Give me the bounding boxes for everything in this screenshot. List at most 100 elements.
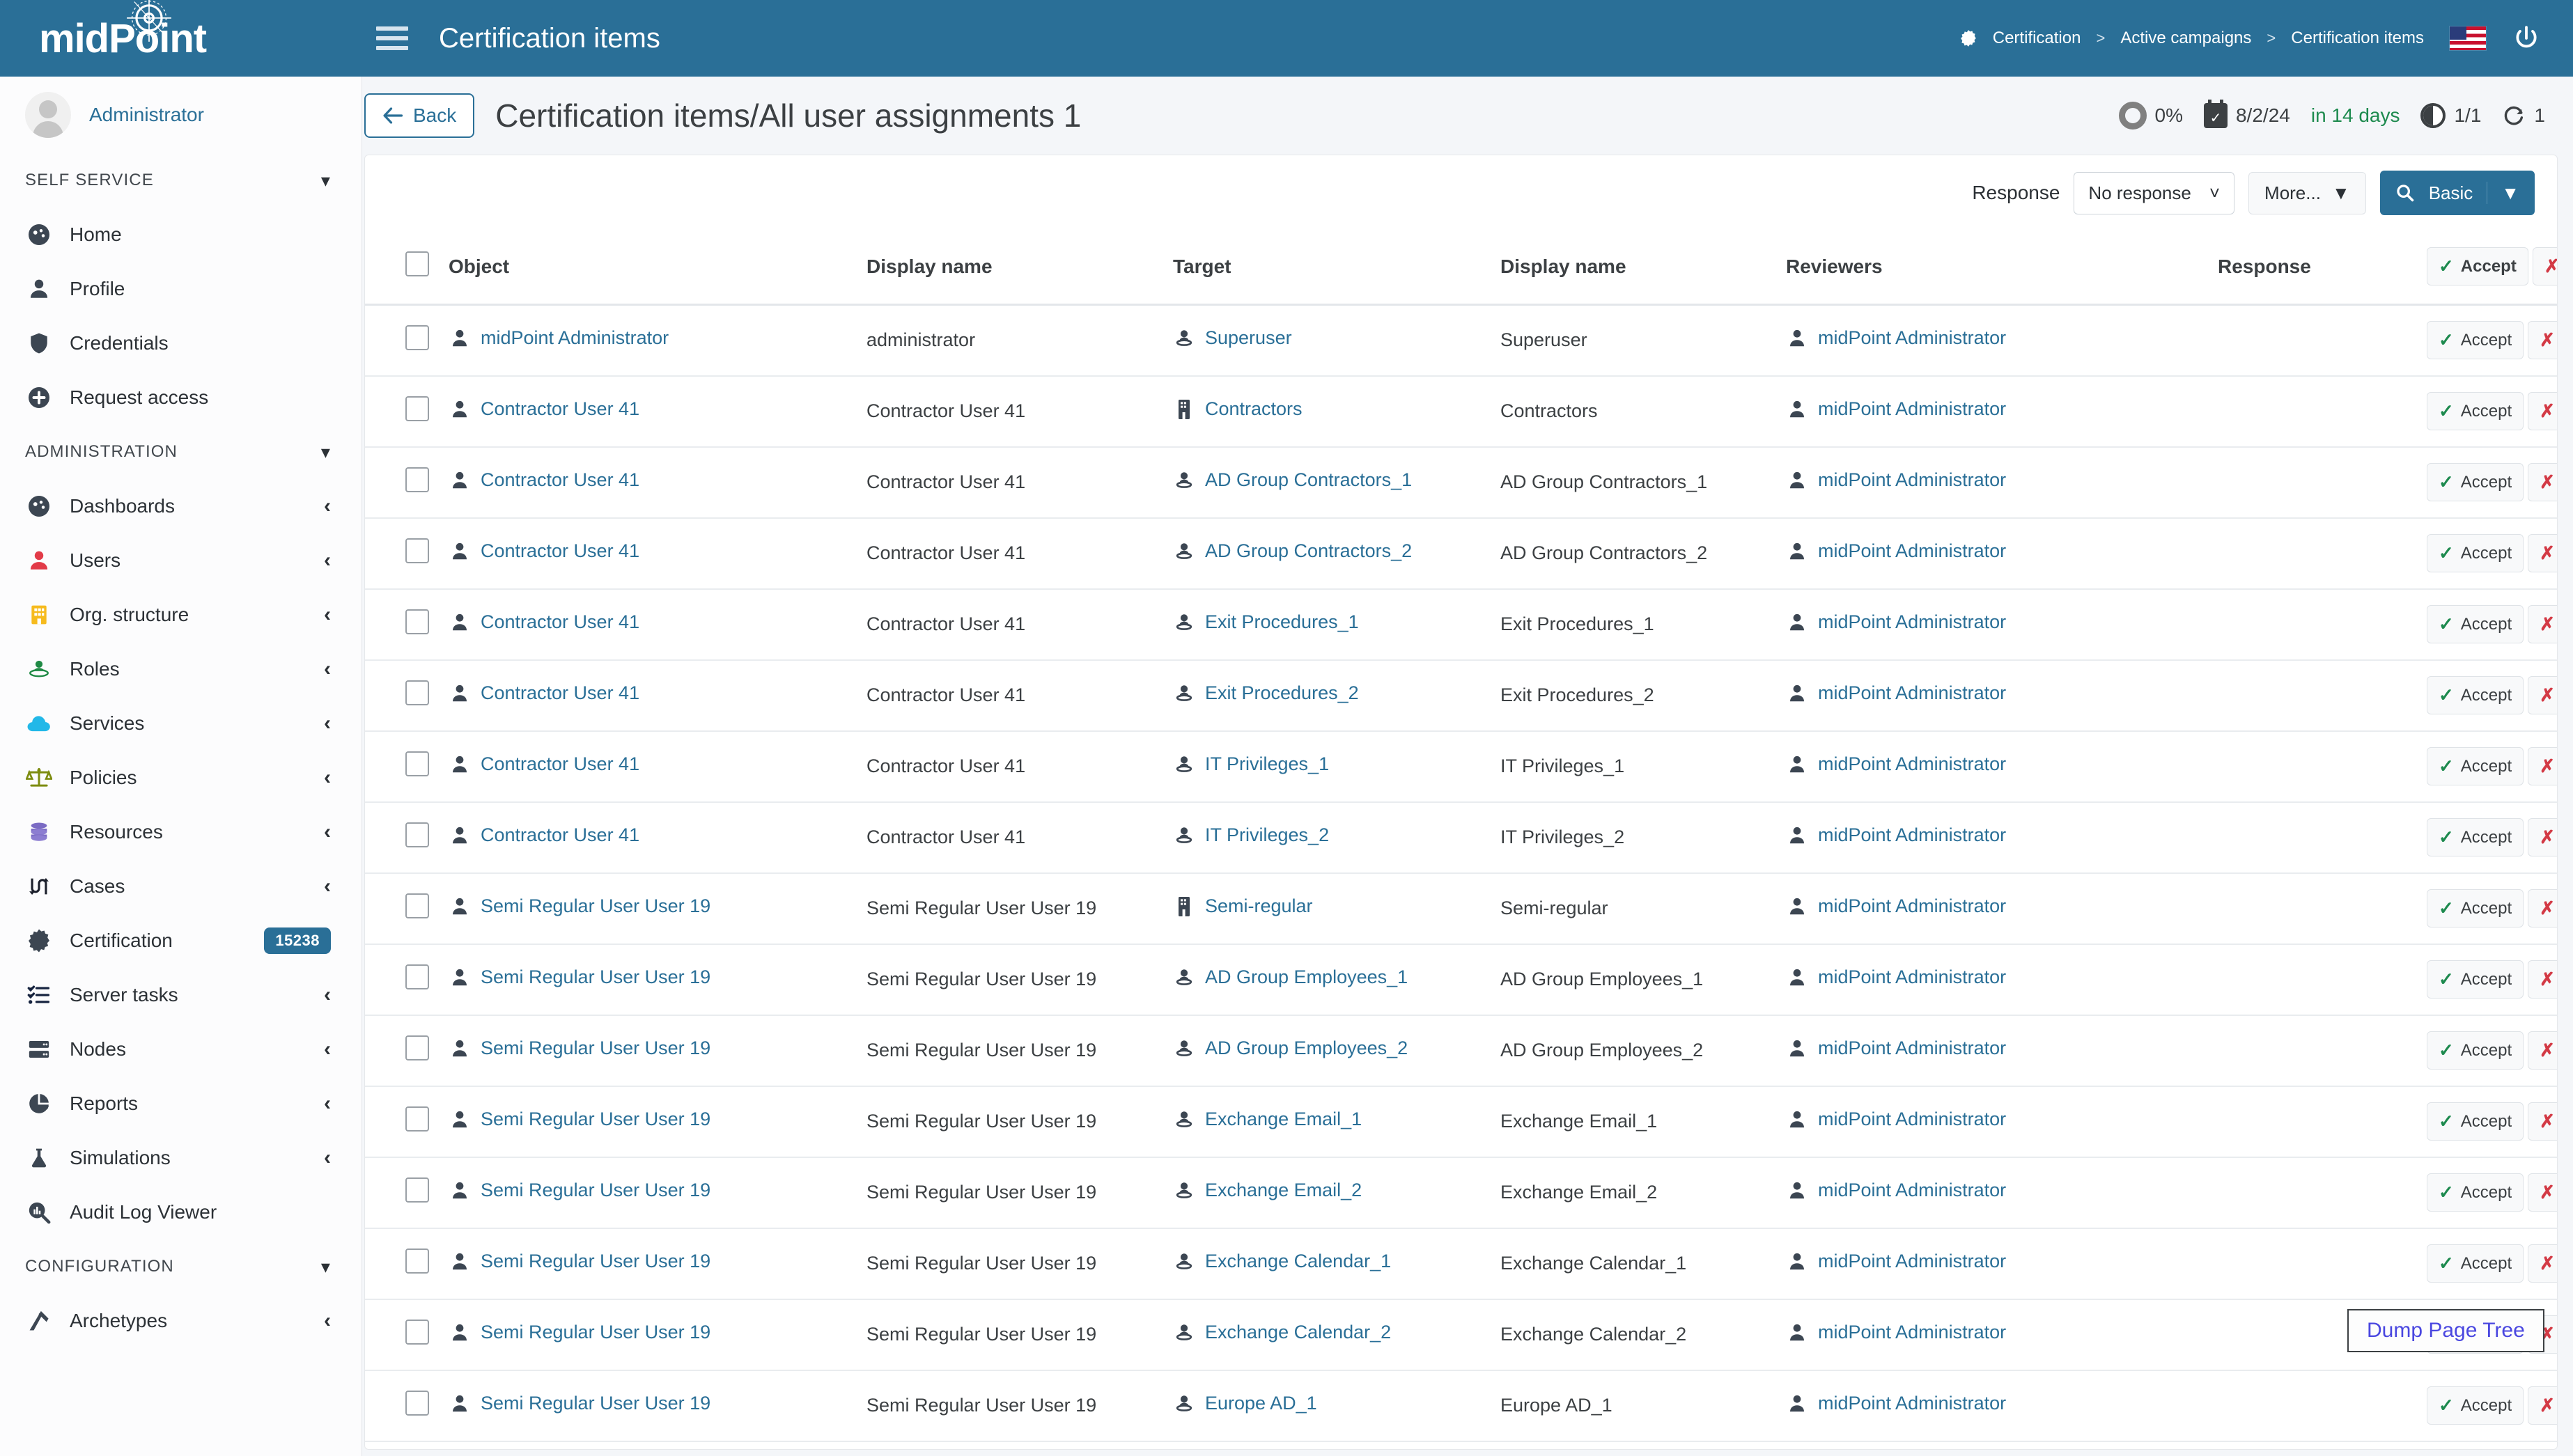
object-link[interactable]: Contractor User 41: [481, 469, 639, 491]
row-revoke-button[interactable]: ✗Revoke: [2528, 676, 2557, 714]
row-accept-button[interactable]: ✓ Accept: [2427, 1386, 2524, 1425]
row-accept-button[interactable]: ✓ Accept: [2427, 1102, 2524, 1141]
column-header-target[interactable]: Target: [1173, 230, 1500, 306]
row-revoke-button[interactable]: ✗Revoke: [2528, 463, 2557, 501]
reviewer-link[interactable]: midPoint Administrator: [1818, 1180, 2006, 1201]
reviewer-link[interactable]: midPoint Administrator: [1818, 611, 2006, 633]
row-checkbox[interactable]: [405, 467, 429, 492]
object-link[interactable]: Semi Regular User User 19: [481, 1109, 710, 1130]
sidebar-item-archetypes[interactable]: Archetypes ‹: [0, 1294, 362, 1348]
sidebar-item-cases[interactable]: Cases ‹: [0, 859, 362, 914]
object-link[interactable]: Semi Regular User User 19: [481, 1038, 710, 1059]
breadcrumb-certification-items[interactable]: Certification items: [2291, 29, 2424, 48]
select-all-checkbox[interactable]: [405, 251, 429, 276]
back-button[interactable]: Back: [364, 93, 475, 138]
object-link[interactable]: Contractor User 41: [481, 398, 639, 420]
column-header-display-name-2[interactable]: Display name: [1500, 230, 1786, 306]
sidebar-section-configuration[interactable]: CONFIGURATION ▾: [0, 1239, 362, 1294]
row-accept-button[interactable]: ✓ Accept: [2427, 463, 2524, 501]
reviewer-link[interactable]: midPoint Administrator: [1818, 398, 2006, 420]
row-checkbox[interactable]: [405, 822, 429, 847]
target-link[interactable]: Exit Procedures_1: [1205, 611, 1359, 633]
reviewer-link[interactable]: midPoint Administrator: [1818, 1251, 2006, 1272]
hamburger-icon[interactable]: [376, 22, 417, 54]
row-revoke-button[interactable]: ✗Revoke: [2528, 1173, 2557, 1212]
reviewer-link[interactable]: midPoint Administrator: [1818, 753, 2006, 775]
dump-page-tree-tooltip[interactable]: Dump Page Tree: [2347, 1309, 2544, 1352]
row-revoke-button[interactable]: ✗Revoke: [2528, 605, 2557, 643]
row-revoke-button[interactable]: ✗Revoke: [2528, 1031, 2557, 1070]
response-filter-select[interactable]: No response ˅: [2074, 171, 2235, 214]
reviewer-link[interactable]: midPoint Administrator: [1818, 1038, 2006, 1059]
sidebar-item-dashboards[interactable]: Dashboards ‹: [0, 479, 362, 533]
row-checkbox[interactable]: [405, 1106, 429, 1132]
target-link[interactable]: AD Group Contractors_2: [1205, 540, 1412, 562]
row-revoke-button[interactable]: ✗Revoke: [2528, 321, 2557, 360]
column-header-response[interactable]: Response: [2218, 230, 2427, 306]
row-checkbox[interactable]: [405, 325, 429, 351]
sidebar-item-services[interactable]: Services ‹: [0, 696, 362, 751]
sidebar-item-org-structure[interactable]: Org. structure ‹: [0, 588, 362, 642]
target-link[interactable]: AD Group Contractors_1: [1205, 469, 1412, 491]
power-icon[interactable]: [2513, 25, 2540, 52]
reviewer-link[interactable]: midPoint Administrator: [1818, 540, 2006, 562]
object-link[interactable]: Semi Regular User User 19: [481, 1180, 710, 1201]
accept-all-button[interactable]: ✓ Accept: [2427, 247, 2528, 285]
row-checkbox[interactable]: [405, 751, 429, 776]
reviewer-link[interactable]: midPoint Administrator: [1818, 469, 2006, 491]
sidebar-item-home[interactable]: Home: [0, 208, 362, 262]
breadcrumb-active-campaigns[interactable]: Active campaigns: [2120, 29, 2251, 48]
target-link[interactable]: Semi-regular: [1205, 895, 1313, 917]
sidebar-item-roles[interactable]: Roles ‹: [0, 642, 362, 696]
reviewer-link[interactable]: midPoint Administrator: [1818, 824, 2006, 846]
target-link[interactable]: AD Group Employees_2: [1205, 1038, 1408, 1059]
row-revoke-button[interactable]: ✗Revoke: [2528, 747, 2557, 785]
target-link[interactable]: IT Privileges_2: [1205, 824, 1329, 846]
object-link[interactable]: Semi Regular User User 19: [481, 966, 710, 988]
sidebar-item-credentials[interactable]: Credentials: [0, 316, 362, 370]
sidebar-item-policies[interactable]: Policies ‹: [0, 751, 362, 805]
row-accept-button[interactable]: ✓ Accept: [2427, 960, 2524, 999]
target-link[interactable]: AD Group Employees_1: [1205, 966, 1408, 988]
reviewer-link[interactable]: midPoint Administrator: [1818, 1109, 2006, 1130]
column-header-object[interactable]: Object: [449, 230, 866, 306]
object-link[interactable]: Contractor User 41: [481, 540, 639, 562]
target-link[interactable]: Exchange Calendar_1: [1205, 1251, 1391, 1272]
object-link[interactable]: Semi Regular User User 19: [481, 1393, 710, 1414]
sidebar-section-self-service[interactable]: SELF SERVICE ▾: [0, 153, 362, 208]
row-checkbox[interactable]: [405, 538, 429, 563]
sidebar-item-profile[interactable]: Profile: [0, 262, 362, 316]
row-checkbox[interactable]: [405, 1177, 429, 1203]
target-link[interactable]: Superuser: [1205, 327, 1292, 349]
object-link[interactable]: midPoint Administrator: [481, 327, 669, 349]
object-link[interactable]: Semi Regular User User 19: [481, 1322, 710, 1343]
row-accept-button[interactable]: ✓ Accept: [2427, 392, 2524, 430]
search-basic-button[interactable]: Basic ▼: [2379, 171, 2535, 215]
row-checkbox[interactable]: [405, 396, 429, 421]
object-link[interactable]: Contractor User 41: [481, 824, 639, 846]
sidebar-item-simulations[interactable]: Simulations ‹: [0, 1131, 362, 1185]
target-link[interactable]: Europe AD_1: [1205, 1393, 1317, 1414]
object-link[interactable]: Semi Regular User User 19: [481, 895, 710, 917]
row-revoke-button[interactable]: ✗Revoke: [2528, 1102, 2557, 1141]
row-revoke-button[interactable]: ✗Revoke: [2528, 392, 2557, 430]
row-accept-button[interactable]: ✓ Accept: [2427, 1173, 2524, 1212]
reviewer-link[interactable]: midPoint Administrator: [1818, 682, 2006, 704]
sidebar-item-server-tasks[interactable]: Server tasks ‹: [0, 968, 362, 1022]
row-revoke-button[interactable]: ✗Revoke: [2528, 889, 2557, 927]
target-link[interactable]: Contractors: [1205, 398, 1303, 420]
brand-logo[interactable]: midPoint: [0, 0, 362, 77]
object-link[interactable]: Semi Regular User User 19: [481, 1251, 710, 1272]
object-link[interactable]: Contractor User 41: [481, 611, 639, 633]
sidebar-item-users[interactable]: Users ‹: [0, 533, 362, 588]
row-revoke-button[interactable]: ✗Revoke: [2528, 1244, 2557, 1283]
reviewer-link[interactable]: midPoint Administrator: [1818, 1322, 2006, 1343]
target-link[interactable]: Exchange Email_1: [1205, 1109, 1362, 1130]
sidebar-item-reports[interactable]: Reports ‹: [0, 1077, 362, 1131]
row-checkbox[interactable]: [405, 1035, 429, 1060]
row-accept-button[interactable]: ✓ Accept: [2427, 1031, 2524, 1070]
column-header-display-name-1[interactable]: Display name: [866, 230, 1173, 306]
row-revoke-button[interactable]: ✗Revoke: [2528, 534, 2557, 572]
row-revoke-button[interactable]: ✗Revoke: [2528, 818, 2557, 856]
sidebar-item-certification[interactable]: Certification 15238: [0, 914, 362, 968]
